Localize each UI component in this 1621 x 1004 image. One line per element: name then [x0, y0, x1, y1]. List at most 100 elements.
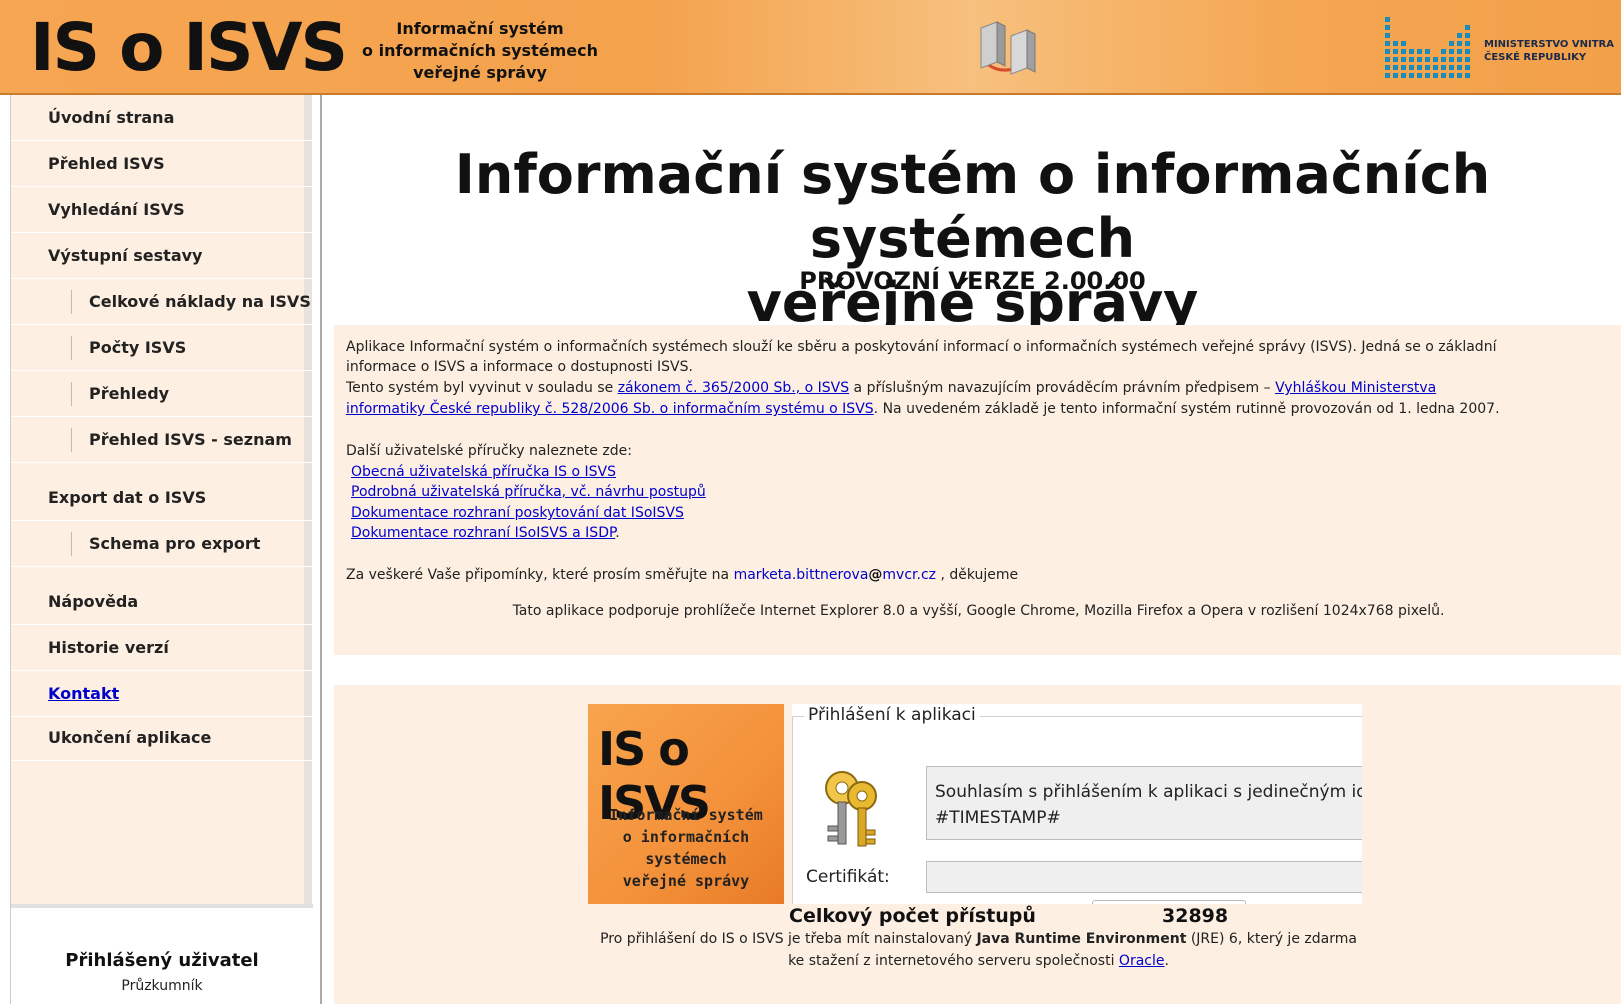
sidebar-item-label: Přehled ISVS - seznam: [89, 430, 292, 449]
sidebar-item-label: Přehledy: [89, 384, 170, 403]
guide-link: Dokumentace rozhraní poskytování dat ISo…: [351, 503, 684, 524]
feedback-email-link[interactable]: marketa.bittnerova@mvcr.cz: [734, 567, 936, 583]
login-logo-line: veřejné správy: [622, 872, 750, 890]
logged-user-name: Průzkumník: [121, 978, 203, 994]
sidebar-item-isvs-list[interactable]: Přehled ISVS - seznam: [11, 417, 313, 463]
jre-name: Java Runtime Environment: [976, 931, 1187, 947]
sidebar-item-summaries[interactable]: Přehledy: [11, 371, 313, 417]
oracle-link[interactable]: Oracle: [1119, 953, 1165, 969]
sidebar-item-label: Kontakt: [48, 684, 120, 703]
sidebar-item-label: Ukončení aplikace: [48, 728, 212, 747]
header-subtitle: Informační systém o informačních systéme…: [360, 18, 600, 84]
app-logo: IS o ISVS: [30, 9, 348, 86]
jre-text: Pro přihlášení do IS o ISVS je třeba mít…: [600, 931, 977, 947]
page-title-line: Informační systém o informačních systéme…: [454, 143, 1491, 270]
ministry-name-line: ČESKÉ REPUBLIKY: [1484, 52, 1587, 63]
info-paragraph: informatiky České republiky č. 528/2006 …: [346, 399, 1500, 420]
sidebar-item-logout[interactable]: Ukončení aplikace: [11, 715, 313, 761]
consent-textbox[interactable]: Souhlasím s přihlášením k aplikaci s jed…: [926, 766, 1362, 840]
jre-note: ke stažení z internetového serveru spole…: [334, 953, 1621, 969]
ministry-name: MINISTERSTVO VNITRA ČESKÉ REPUBLIKY: [1484, 38, 1614, 64]
info-paragraph: Aplikace Informační systém o informačníc…: [346, 339, 1497, 355]
logged-user-box: Přihlášený uživatel Průzkumník: [11, 904, 313, 1004]
browser-support-note: Tato aplikace podporuje prohlížeče Inter…: [512, 603, 1445, 619]
sidebar-item-label: Export dat o ISVS: [48, 488, 207, 507]
consent-timestamp: #TIMESTAMP#: [935, 808, 1061, 828]
sidebar-item-label: Úvodní strana: [48, 108, 175, 127]
guide-isdp-interface-link[interactable]: Dokumentace rozhraní ISoISVS a ISDP: [351, 525, 615, 541]
at-icon: @: [868, 567, 883, 583]
email-domain: mvcr.cz: [882, 567, 937, 583]
access-count-value: 32898: [1162, 905, 1229, 927]
info-paragraph: informace o ISVS a informace o dostupnos…: [346, 359, 693, 375]
login-logo: IS o ISVS Informační systém o informační…: [588, 704, 784, 904]
sidebar-item-label: Výstupní sestavy: [48, 246, 203, 265]
logged-user-title: Přihlášený uživatel: [65, 950, 259, 971]
login-applet: Přihlášení k aplikaci Souhlasím s přihlá…: [792, 704, 1362, 904]
jre-text: .: [1164, 953, 1169, 969]
servers-icon: [980, 21, 1036, 75]
sidebar-item-label: Přehled ISVS: [48, 154, 165, 173]
sidebar-item-label: Celkové náklady na ISVS: [89, 292, 311, 311]
header-subtitle-line: o informačních systémech: [362, 41, 598, 60]
sidebar-item-isvs-overview[interactable]: Přehled ISVS: [11, 141, 313, 187]
guide-link: Dokumentace rozhraní ISoISVS a ISDP.: [351, 523, 620, 544]
guide-link: Podrobná uživatelská příručka, vč. návrh…: [351, 482, 706, 503]
sidebar-item-export[interactable]: Export dat o ISVS: [11, 475, 313, 521]
login-logo-subtitle: Informační systém o informačních systéme…: [588, 804, 784, 892]
sidebar-item-export-schema[interactable]: Schema pro export: [11, 521, 313, 567]
info-text: , děkujeme: [936, 567, 1019, 583]
keys-icon: [825, 771, 877, 847]
jre-text: (JRE) 6, který je zdarma: [1186, 931, 1357, 947]
app-header: IS o ISVS Informační systém o informační…: [0, 0, 1621, 95]
info-text: Za veškeré Vaše připomínky, které prosím…: [346, 567, 734, 583]
guide-data-interface-link[interactable]: Dokumentace rozhraní poskytování dat ISo…: [351, 505, 684, 521]
ministry-logo-icon: [1385, 17, 1470, 78]
info-text: .: [615, 525, 620, 541]
sidebar-item-contact[interactable]: Kontakt: [11, 671, 313, 717]
info-text: a příslušným navazujícím prováděcím práv…: [849, 380, 1276, 396]
ministry-name-line: MINISTERSTVO VNITRA: [1484, 39, 1614, 50]
guide-general-link[interactable]: Obecná uživatelská příručka IS o ISVS: [351, 464, 616, 480]
guides-intro: Další uživatelské příručky naleznete zde…: [346, 443, 632, 459]
sidebar-item-label: Vyhledání ISVS: [48, 200, 185, 219]
guide-detailed-link[interactable]: Podrobná uživatelská příručka, vč. návrh…: [351, 484, 706, 500]
decree-link[interactable]: informatiky České republiky č. 528/2006 …: [346, 401, 874, 417]
guide-link: Obecná uživatelská příručka IS o ISVS: [351, 462, 616, 483]
sidebar-item-help[interactable]: Nápověda: [11, 579, 313, 625]
login-logo-line: o informačních: [622, 828, 750, 846]
info-text: . Na uvedeném základě je tento informačn…: [873, 401, 1500, 417]
sidebar-item-reports[interactable]: Výstupní sestavy: [11, 233, 313, 279]
certificate-label: Certifikát:: [806, 867, 890, 887]
certificate-select[interactable]: [926, 861, 1362, 893]
sidebar-item-label: Historie verzí: [48, 638, 169, 657]
jre-note: Pro přihlášení do IS o ISVS je třeba mít…: [334, 931, 1621, 947]
consent-text: Souhlasím s přihlášením k aplikaci s jed…: [935, 782, 1362, 802]
login-logo-line: Informační systém: [609, 806, 763, 824]
sidebar-item-isvs-counts[interactable]: Počty ISVS: [11, 325, 313, 371]
page-title: Informační systém o informačních systéme…: [322, 143, 1621, 335]
login-logo-line: systémech: [645, 850, 727, 868]
main-content: Informační systém o informačních systéme…: [320, 95, 1621, 1004]
decree-link[interactable]: Vyhláškou Ministerstva: [1275, 380, 1436, 396]
version-label: PROVOZNÍ VERZE 2.00.00: [799, 267, 1146, 295]
login-panel: IS o ISVS Informační systém o informační…: [334, 685, 1621, 1004]
jre-text: ke stažení z internetového serveru spole…: [788, 953, 1119, 969]
header-subtitle-line: Informační systém: [396, 19, 564, 38]
sidebar-item-version-history[interactable]: Historie verzí: [11, 625, 313, 671]
sidebar: Úvodní strana Přehled ISVS Vyhledání ISV…: [10, 95, 313, 1004]
info-paragraph: Tento systém byl vyvinut v souladu se zá…: [346, 378, 1436, 399]
login-legend: Přihlášení k aplikaci: [804, 705, 980, 725]
sidebar-item-total-costs[interactable]: Celkové náklady na ISVS: [11, 279, 313, 325]
sidebar-item-label: Schema pro export: [89, 534, 261, 553]
login-button[interactable]: [1092, 900, 1246, 904]
law-link[interactable]: zákonem č. 365/2000 Sb., o ISVS: [618, 380, 849, 396]
feedback-line: Za veškeré Vaše připomínky, které prosím…: [346, 565, 1018, 586]
header-subtitle-line: veřejné správy: [413, 63, 547, 82]
info-text: Tento systém byl vyvinut v souladu se: [346, 380, 618, 396]
sidebar-item-home[interactable]: Úvodní strana: [11, 95, 313, 141]
access-count-label: Celkový počet přístupů: [789, 905, 1036, 927]
sidebar-item-isvs-search[interactable]: Vyhledání ISVS: [11, 187, 313, 233]
info-panel: Aplikace Informační systém o informačníc…: [334, 325, 1621, 655]
sidebar-item-label: Počty ISVS: [89, 338, 187, 357]
